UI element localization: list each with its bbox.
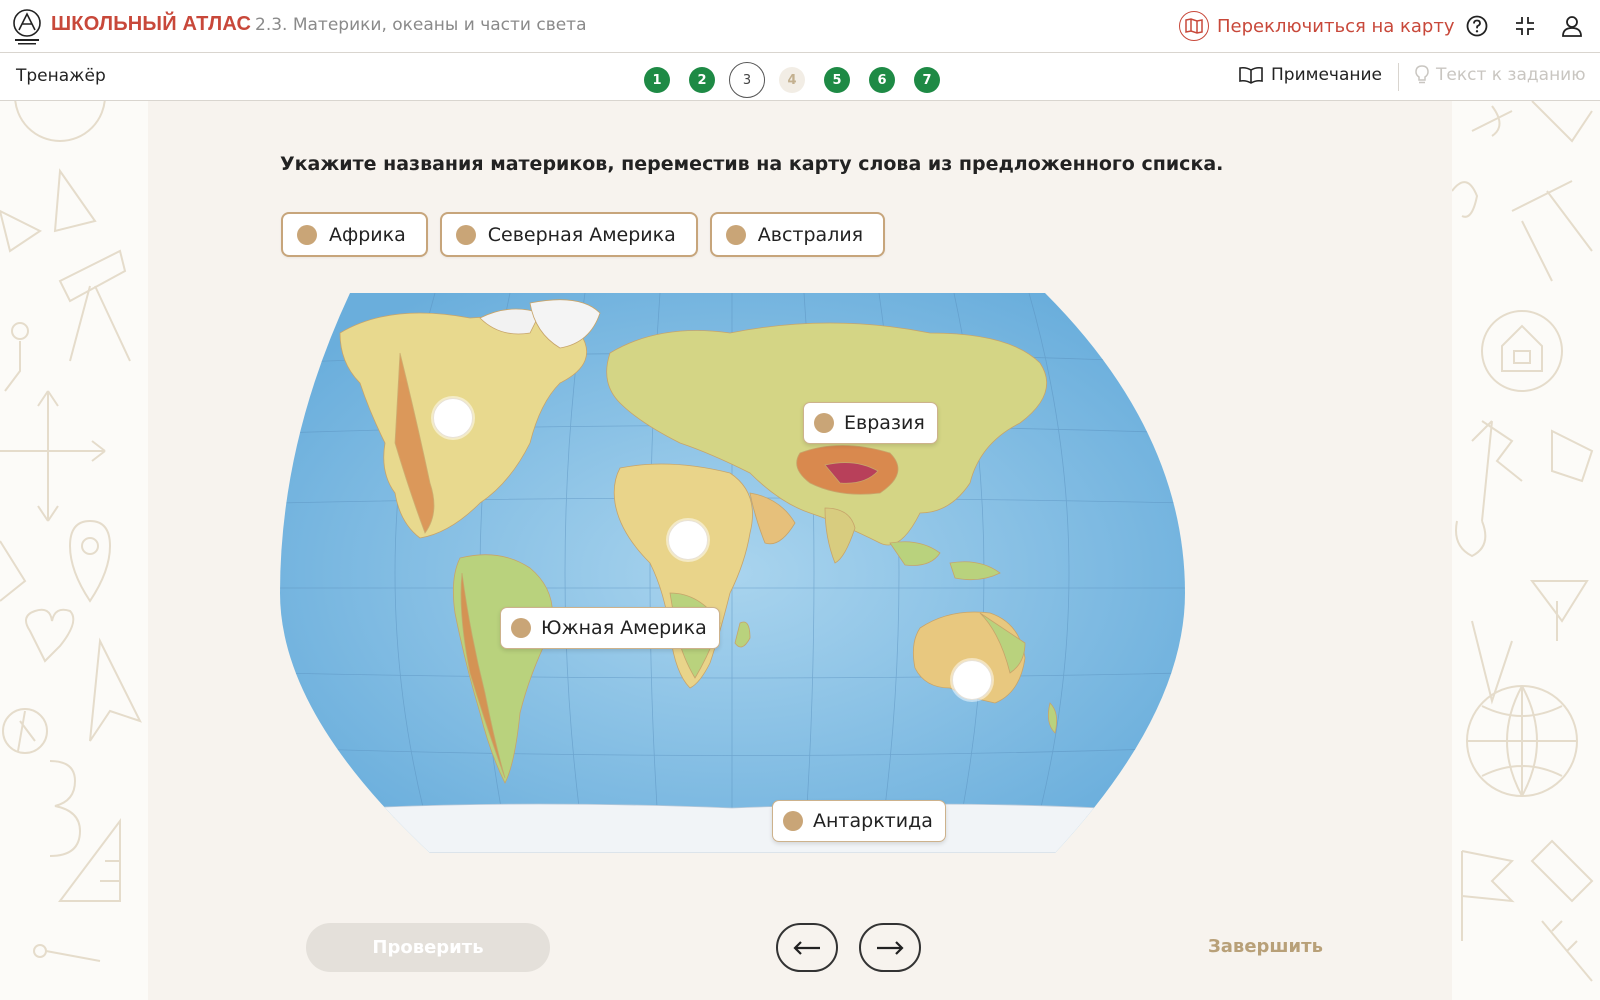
placed-label-text: Антарктида <box>813 810 933 832</box>
step-navigator: 1 2 3 4 5 6 7 <box>644 62 959 98</box>
world-map: Евразия Южная Америка Антарктида <box>280 293 1185 853</box>
arrow-left-icon <box>793 940 820 955</box>
doodle-pattern-right <box>1452 101 1594 982</box>
word-bank: Африка Северная Америка Австралия <box>281 212 886 257</box>
drag-handle-dot <box>455 224 476 245</box>
right-decor <box>1452 101 1600 1000</box>
prev-button[interactable] <box>776 923 838 972</box>
step-5[interactable]: 5 <box>824 67 850 93</box>
world-map-graphic <box>280 293 1185 853</box>
drag-handle-dot <box>725 224 746 245</box>
step-3-current[interactable]: 3 <box>729 62 765 98</box>
placed-label-south-america[interactable]: Южная Америка <box>500 607 720 649</box>
placed-label-text: Евразия <box>844 412 925 434</box>
chip-north-america[interactable]: Северная Америка <box>439 212 698 257</box>
divider <box>1398 63 1399 91</box>
step-7[interactable]: 7 <box>914 67 940 93</box>
open-book-icon <box>1239 66 1263 84</box>
drop-target-africa[interactable] <box>668 520 708 560</box>
step-4[interactable]: 4 <box>779 67 805 93</box>
drag-handle-dot <box>814 413 834 433</box>
note-label: Примечание <box>1271 65 1382 85</box>
chip-africa[interactable]: Африка <box>281 212 428 257</box>
drag-handle-dot <box>297 224 317 245</box>
drop-target-australia[interactable] <box>952 660 992 700</box>
drag-handle-dot <box>783 811 803 831</box>
collapse-button[interactable] <box>1512 13 1538 39</box>
step-1[interactable]: 1 <box>644 67 670 93</box>
brand-title: ШКОЛЬНЫЙ АТЛАС <box>51 13 252 35</box>
publisher-logo <box>13 9 41 45</box>
step-6[interactable]: 6 <box>869 67 895 93</box>
finish-button[interactable]: Завершить <box>1208 936 1323 957</box>
chip-label: Австралия <box>757 223 864 246</box>
next-button[interactable] <box>859 923 921 972</box>
check-button[interactable]: Проверить <box>306 923 550 972</box>
placed-label-text: Южная Америка <box>541 617 707 639</box>
task-bar: Тренажёр 1 2 3 4 5 6 7 Примечание Текст … <box>0 53 1600 101</box>
lightbulb-icon <box>1415 65 1429 84</box>
switch-to-map-button[interactable]: Переключиться на карту <box>1179 11 1455 41</box>
drag-handle-dot <box>511 618 531 638</box>
user-icon <box>1562 16 1582 37</box>
step-2[interactable]: 2 <box>689 67 715 93</box>
profile-button[interactable] <box>1559 13 1585 39</box>
question-text: Укажите названия материков, переместив н… <box>280 153 1224 175</box>
map-icon <box>1179 11 1209 41</box>
breadcrumb: 2.3. Материки, океаны и части света <box>255 15 587 35</box>
chip-label: Африка <box>329 223 406 246</box>
arrow-right-icon <box>877 940 904 955</box>
doodle-pattern <box>0 101 142 962</box>
placed-label-eurasia[interactable]: Евразия <box>803 402 938 444</box>
chip-label: Северная Америка <box>487 223 676 246</box>
note-button[interactable]: Примечание <box>1239 65 1382 85</box>
top-bar: ШКОЛЬНЫЙ АТЛАС 2.3. Материки, океаны и ч… <box>0 0 1600 53</box>
left-decor <box>0 101 148 1000</box>
placed-label-antarctica[interactable]: Антарктида <box>772 800 946 842</box>
switch-to-map-label: Переключиться на карту <box>1217 15 1455 37</box>
help-button[interactable] <box>1464 13 1490 39</box>
help-icon <box>1466 15 1488 37</box>
chip-australia[interactable]: Австралия <box>709 212 886 257</box>
task-text-label: Текст к заданию <box>1436 65 1586 85</box>
drop-target-north-america[interactable] <box>433 398 473 438</box>
task-text-button[interactable]: Текст к заданию <box>1414 65 1586 85</box>
trainer-title: Тренажёр <box>16 66 106 86</box>
collapse-icon <box>1516 17 1534 35</box>
